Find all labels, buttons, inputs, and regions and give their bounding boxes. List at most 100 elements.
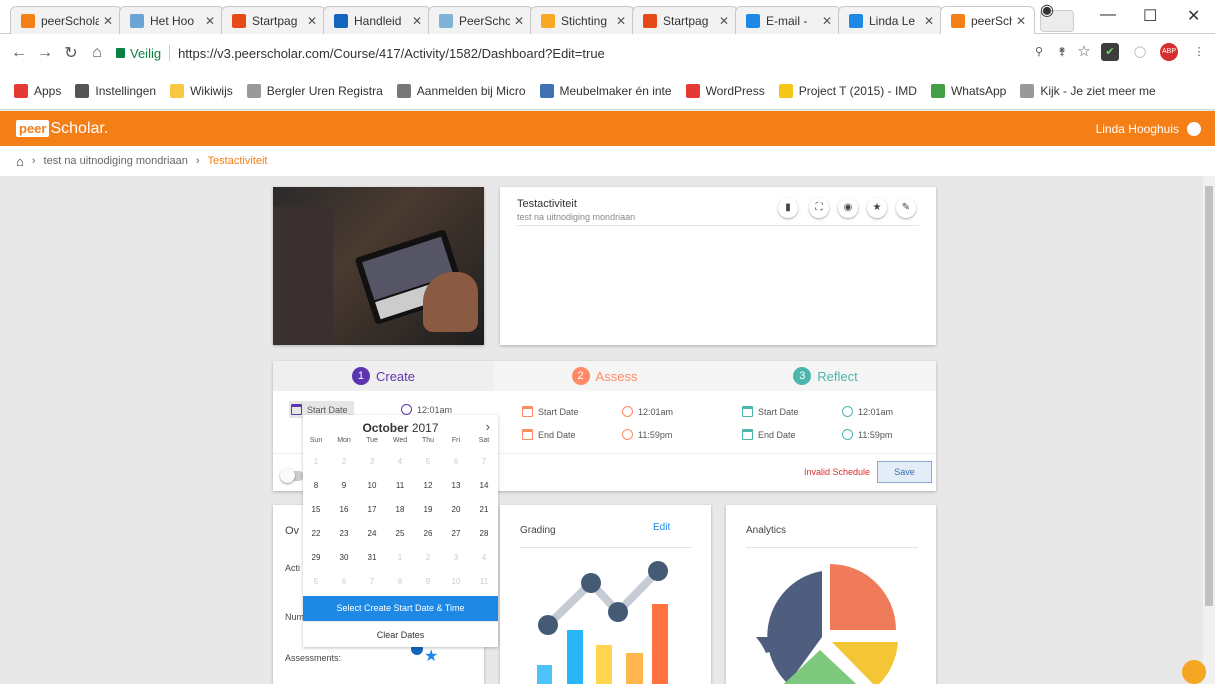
tab-assess[interactable]: 2 Assess bbox=[494, 361, 715, 391]
bookmark-item[interactable]: Instellingen bbox=[75, 83, 156, 98]
browser-tab[interactable]: Startpag ✕ bbox=[221, 6, 326, 34]
calendar-day[interactable]: 24 bbox=[358, 523, 386, 545]
calendar-day[interactable]: 18 bbox=[386, 499, 414, 521]
next-month-icon[interactable]: › bbox=[486, 419, 490, 434]
reflect-start-date-button[interactable]: Start Date bbox=[742, 406, 799, 417]
peerscholar-logo[interactable]: peer Scholar. bbox=[16, 120, 108, 138]
home-icon[interactable]: ⌂ bbox=[84, 44, 110, 62]
user-menu[interactable]: Linda Hooghuis bbox=[1096, 121, 1201, 136]
calendar-day[interactable]: 25 bbox=[386, 523, 414, 545]
browser-tab[interactable]: Het Hoo ✕ bbox=[119, 6, 224, 34]
tab-reflect[interactable]: 3 Reflect bbox=[715, 361, 936, 391]
calendar-day[interactable]: 23 bbox=[330, 523, 358, 545]
profile-icon[interactable]: ◉ bbox=[1040, 0, 1054, 20]
assess-start-date-button[interactable]: Start Date bbox=[522, 406, 579, 417]
adblock-icon[interactable]: ABP bbox=[1160, 43, 1178, 61]
browser-tab[interactable]: E-mail - ✕ bbox=[735, 6, 841, 34]
bookmark-item[interactable]: Kijk - Je ziet meer me bbox=[1020, 83, 1156, 98]
calendar-day[interactable]: 22 bbox=[302, 523, 330, 545]
assess-start-time[interactable]: 12:01am bbox=[622, 406, 673, 417]
tab-close-icon[interactable]: ✕ bbox=[719, 14, 729, 28]
tab-close-icon[interactable]: ✕ bbox=[205, 14, 215, 28]
create-start-time[interactable]: 12:01am bbox=[401, 404, 452, 415]
tab-close-icon[interactable]: ✕ bbox=[616, 14, 626, 28]
reflect-start-time[interactable]: 12:01am bbox=[842, 406, 893, 417]
minimize-button[interactable]: — bbox=[1100, 6, 1116, 24]
browser-tab[interactable]: Handleid ✕ bbox=[323, 6, 431, 34]
browser-tab[interactable]: Startpag ✕ bbox=[632, 6, 738, 34]
bookmark-item[interactable]: Meubelmaker én inte bbox=[539, 83, 672, 98]
menu-icon[interactable]: ⋮ bbox=[1190, 43, 1208, 61]
bookmark-item[interactable]: Bergler Uren Registra bbox=[246, 83, 383, 98]
bookmark-item[interactable]: WhatsApp bbox=[930, 83, 1006, 98]
reflect-end-date-button[interactable]: End Date bbox=[742, 429, 796, 440]
schedule-toggle[interactable] bbox=[280, 468, 304, 483]
calendar-day[interactable]: 17 bbox=[358, 499, 386, 521]
calendar-day[interactable]: 10 bbox=[358, 475, 386, 497]
assess-end-time[interactable]: 11:59pm bbox=[622, 429, 672, 440]
calendar-day[interactable]: 20 bbox=[442, 499, 470, 521]
calendar-day[interactable]: 28 bbox=[470, 523, 498, 545]
tab-close-icon[interactable]: ✕ bbox=[412, 14, 422, 28]
calendar-day[interactable]: 30 bbox=[330, 547, 358, 569]
tab-close-icon[interactable]: ✕ bbox=[103, 14, 113, 28]
key-icon[interactable]: ⚵ bbox=[1053, 43, 1071, 61]
browser-tab[interactable]: PeerScho ✕ bbox=[428, 6, 533, 34]
bookmark-star-icon[interactable]: ☆ bbox=[1075, 43, 1093, 61]
maximize-button[interactable]: ☐ bbox=[1143, 6, 1157, 26]
calendar-day[interactable]: 31 bbox=[358, 547, 386, 569]
forward-icon[interactable]: → bbox=[32, 44, 58, 62]
chat-icon[interactable] bbox=[1182, 660, 1206, 684]
back-icon[interactable]: ← bbox=[6, 44, 32, 62]
reload-icon[interactable]: ↻ bbox=[58, 43, 84, 63]
zoom-icon[interactable]: ⚲ bbox=[1030, 43, 1048, 61]
calendar-day[interactable]: 26 bbox=[414, 523, 442, 545]
tab-close-icon[interactable]: ✕ bbox=[822, 14, 832, 28]
calendar-day[interactable]: 27 bbox=[442, 523, 470, 545]
star-icon[interactable]: ★ bbox=[867, 198, 887, 218]
calendar-day[interactable]: 8 bbox=[302, 475, 330, 497]
extension-check-icon[interactable]: ✔ bbox=[1101, 43, 1119, 61]
calendar-day[interactable]: 11 bbox=[386, 475, 414, 497]
bookmark-item[interactable]: Aanmelden bij Micro bbox=[396, 83, 526, 98]
expand-icon[interactable]: ⛶ bbox=[809, 198, 829, 218]
save-button[interactable]: Save bbox=[877, 461, 932, 483]
assess-end-date-button[interactable]: End Date bbox=[522, 429, 576, 440]
calendar-day[interactable]: 16 bbox=[330, 499, 358, 521]
bookmark-item[interactable]: Apps bbox=[14, 83, 61, 98]
calendar-day[interactable]: 21 bbox=[470, 499, 498, 521]
calendar-day[interactable]: 19 bbox=[414, 499, 442, 521]
browser-tab[interactable]: Stichting ✕ bbox=[530, 6, 635, 34]
calendar-day[interactable]: 29 bbox=[302, 547, 330, 569]
edit-icon[interactable]: ✎ bbox=[896, 198, 916, 218]
trash-icon[interactable]: ▮ bbox=[778, 198, 798, 218]
bookmark-item[interactable]: Wikiwijs bbox=[170, 83, 233, 98]
bookmark-item[interactable]: WordPress bbox=[685, 83, 765, 98]
browser-tab[interactable]: Linda Le ✕ bbox=[838, 6, 943, 34]
tab-create[interactable]: 1 Create bbox=[273, 361, 494, 391]
calendar-day[interactable]: 12 bbox=[414, 475, 442, 497]
clear-dates-button[interactable]: Clear Dates bbox=[303, 621, 498, 647]
home-icon[interactable]: ⌂ bbox=[16, 154, 24, 169]
calendar-day[interactable]: 14 bbox=[470, 475, 498, 497]
address-bar[interactable]: https://v3.peerscholar.com/Course/417/Ac… bbox=[178, 46, 605, 61]
calendar-day[interactable]: 15 bbox=[302, 499, 330, 521]
tab-close-icon[interactable]: ✕ bbox=[307, 14, 317, 28]
select-date-button[interactable]: Select Create Start Date & Time bbox=[303, 596, 498, 621]
visibility-icon[interactable]: ◉ bbox=[838, 198, 858, 218]
tab-close-icon[interactable]: ✕ bbox=[1016, 14, 1026, 28]
browser-tab[interactable]: peerScholar ✕ bbox=[10, 6, 122, 34]
scrollbar-thumb[interactable] bbox=[1205, 186, 1213, 606]
calendar-day[interactable]: 9 bbox=[330, 475, 358, 497]
page-scrollbar[interactable] bbox=[1203, 176, 1215, 684]
tab-close-icon[interactable]: ✕ bbox=[514, 14, 524, 28]
bookmark-item[interactable]: Project T (2015) - IMD bbox=[778, 83, 917, 98]
browser-tab[interactable]: peerScho ✕ bbox=[940, 6, 1035, 34]
tab-close-icon[interactable]: ✕ bbox=[924, 14, 934, 28]
extension-circle-icon[interactable]: ◯ bbox=[1131, 43, 1149, 61]
reflect-end-time[interactable]: 11:59pm bbox=[842, 429, 892, 440]
close-window-button[interactable]: ✕ bbox=[1187, 6, 1200, 26]
breadcrumb-course-link[interactable]: test na uitnodiging mondriaan bbox=[44, 155, 188, 167]
calendar-day[interactable]: 13 bbox=[442, 475, 470, 497]
secure-indicator[interactable]: Veilig bbox=[116, 46, 161, 61]
